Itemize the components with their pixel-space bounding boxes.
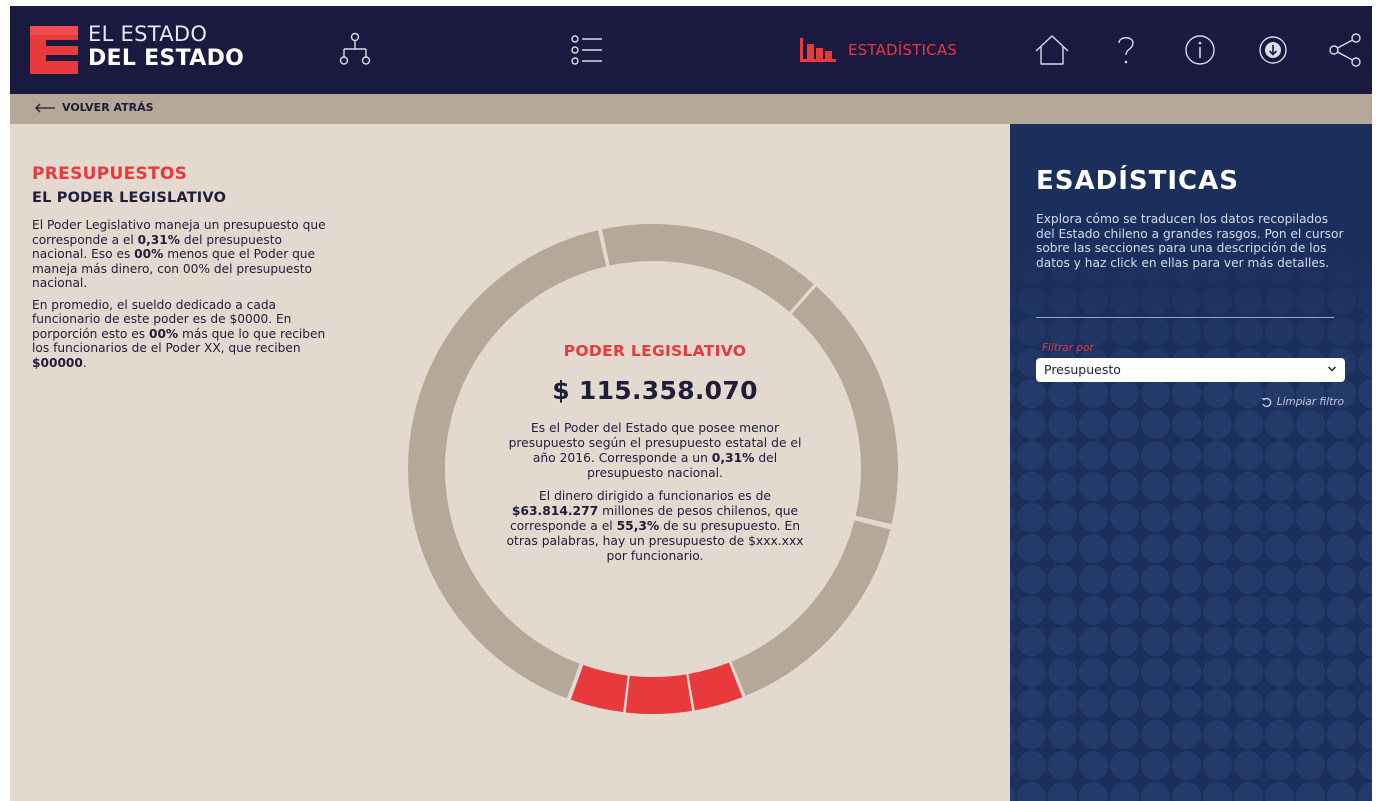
back-bar: VOLVER ATRÁS <box>10 94 1372 124</box>
selected-power-title: PODER LEGISLATIVO <box>563 342 747 360</box>
top-navigation-bar: EL ESTADO DEL ESTADO ESTADÍSTICAS <box>10 6 1372 94</box>
brand-line-2: DEL ESTADO <box>88 46 245 71</box>
brand-line-1: EL ESTADO <box>88 22 208 46</box>
chevron-down-icon <box>1327 366 1337 372</box>
text-strong: 55,3% <box>616 519 660 533</box>
left-text-panel: PRESUPUESTOS EL PODER LEGISLATIVO El Pod… <box>32 164 332 370</box>
left-paragraph-2: En promedio, el sueldo dedicado a cada f… <box>32 298 332 371</box>
app-frame: EL ESTADO DEL ESTADO ESTADÍSTICAS VOLVER… <box>10 6 1372 801</box>
bar-chart-icon <box>800 38 836 62</box>
ring-segment[interactable] <box>602 224 814 313</box>
donut-center-info: PODER LEGISLATIVO $ 115.358.070 Es el Po… <box>502 342 808 564</box>
ring-segment-highlight[interactable] <box>625 674 693 714</box>
nav-statistics-label: ESTADÍSTICAS <box>848 41 957 59</box>
question-icon[interactable] <box>1106 30 1146 70</box>
nav-statistics[interactable]: ESTADÍSTICAS <box>800 38 957 62</box>
share-icon[interactable] <box>1326 30 1366 70</box>
center-paragraph-1: Es el Poder del Estado que posee menor p… <box>502 421 808 481</box>
back-link[interactable]: VOLVER ATRÁS <box>34 101 154 114</box>
back-link-label: VOLVER ATRÁS <box>62 101 154 114</box>
text-strong: $63.814.277 <box>511 504 599 518</box>
ring-segment-highlight[interactable] <box>570 664 628 713</box>
text-span: . <box>82 355 87 370</box>
reset-icon <box>1261 397 1272 407</box>
text-strong: 0,31% <box>711 451 755 465</box>
divider <box>1036 317 1334 318</box>
text-span: El dinero dirigido a funcionarios es de <box>538 489 771 503</box>
left-paragraph-1: El Poder Legislativo maneja un presupues… <box>32 218 332 291</box>
text-strong: 0,31% <box>137 232 180 247</box>
section-subtitle: EL PODER LEGISLATIVO <box>32 190 227 206</box>
filter-label: Filtrar por <box>1042 342 1094 354</box>
center-paragraph-2: El dinero dirigido a funcionarios es de … <box>502 489 808 564</box>
info-icon[interactable] <box>1180 30 1220 70</box>
home-icon[interactable] <box>1032 30 1072 70</box>
text-strong: 00% <box>134 247 164 261</box>
section-title: PRESUPUESTOS <box>32 164 188 184</box>
filter-select-value: Presupuesto <box>1044 362 1121 377</box>
text-strong: 00% <box>148 326 179 341</box>
panel-title: ESADÍSTICAS <box>1036 166 1239 196</box>
filter-select[interactable]: Presupuesto <box>1036 358 1345 382</box>
org-chart-icon[interactable] <box>335 30 375 70</box>
list-icon[interactable] <box>566 30 606 70</box>
brand-name[interactable]: EL ESTADO DEL ESTADO <box>88 24 244 70</box>
clear-filter-button[interactable]: Limpiar filtro <box>1261 396 1344 408</box>
text-strong: $00000 <box>32 355 83 370</box>
panel-description: Explora cómo se traducen los datos recop… <box>1036 212 1344 270</box>
ring-segment-highlight[interactable] <box>688 662 743 711</box>
selected-power-amount: $ 115.358.070 <box>552 376 758 405</box>
clear-filter-label: Limpiar filtro <box>1276 396 1344 408</box>
logo-icon[interactable] <box>30 26 78 74</box>
statistics-side-panel: ESADÍSTICAS Explora cómo se traducen los… <box>1010 124 1372 801</box>
download-icon[interactable] <box>1253 30 1293 70</box>
arrow-left-icon <box>35 103 55 112</box>
